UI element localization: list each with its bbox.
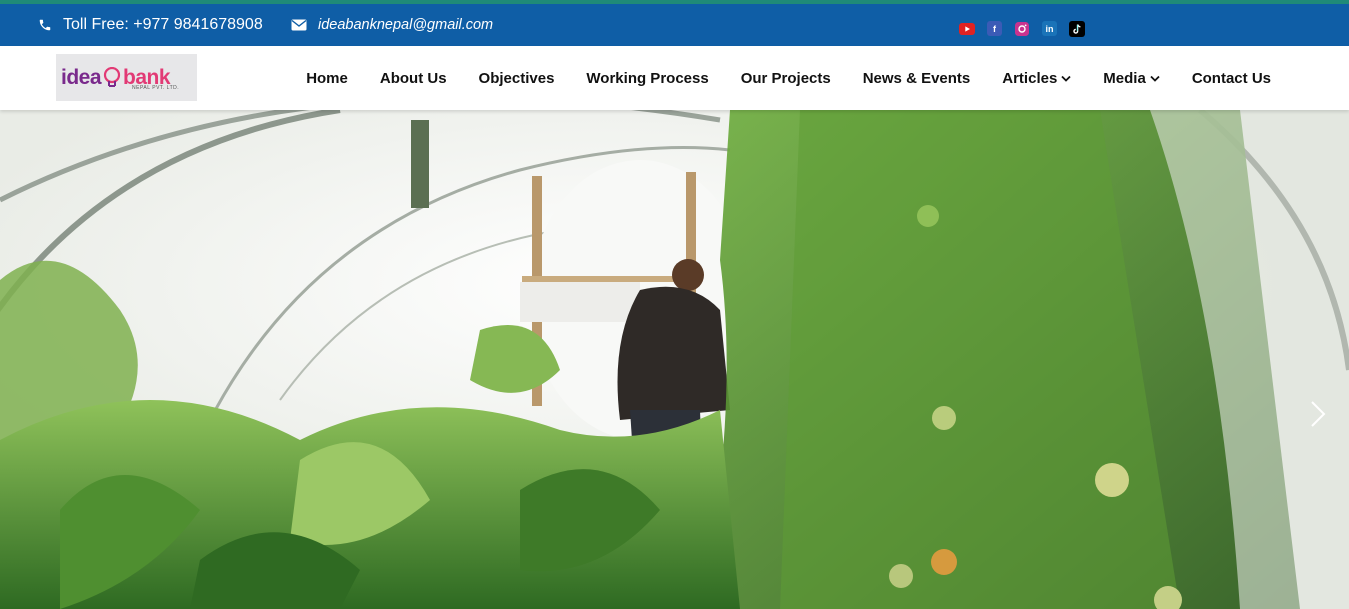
top-bar: Toll Free: +977 9841678908 ideabanknepal… (0, 4, 1349, 46)
nav-label: Media (1103, 69, 1146, 87)
nav-articles[interactable]: Articles (1002, 70, 1071, 87)
social-links: f in (958, 21, 1086, 37)
chevron-right-icon (1311, 401, 1326, 427)
facebook-glyph: f (993, 23, 996, 34)
main-nav: Home About Us Objectives Working Process… (306, 46, 1271, 110)
tiktok-icon[interactable] (1068, 21, 1086, 37)
nav-label: Working Process (586, 69, 709, 87)
phone-text[interactable]: Toll Free: +977 9841678908 (63, 16, 263, 34)
lightbulb-icon (103, 66, 121, 87)
hero-slider (0, 110, 1349, 609)
greenhouse-photo (0, 110, 1349, 609)
nav-objectives[interactable]: Objectives (479, 70, 555, 87)
nav-contact-us[interactable]: Contact Us (1192, 70, 1271, 87)
nav-label: Our Projects (740, 69, 831, 87)
logo-word-idea: idea (61, 66, 102, 89)
site-header: idea bank NEPAL PVT. LTD. Home About Us … (0, 46, 1349, 110)
nav-media[interactable]: Media (1103, 70, 1160, 87)
nav-label: Objectives (478, 69, 555, 87)
nav-news-events[interactable]: News & Events (863, 70, 971, 87)
instagram-icon[interactable] (1013, 21, 1031, 37)
nav-about-us[interactable]: About Us (380, 70, 447, 87)
youtube-icon[interactable] (958, 21, 976, 37)
nav-label: Home (306, 69, 348, 87)
nav-home[interactable]: Home (306, 70, 348, 87)
logo-subtitle: NEPAL PVT. LTD. (132, 85, 180, 91)
email-contact: ideabanknepal@gmail.com (291, 4, 493, 46)
linkedin-icon[interactable]: in (1042, 21, 1057, 36)
email-link[interactable]: ideabanknepal@gmail.com (318, 17, 493, 33)
mail-icon (291, 19, 307, 31)
slider-next-button[interactable] (1307, 398, 1329, 430)
nav-our-projects[interactable]: Our Projects (741, 70, 831, 87)
chevron-down-icon (1150, 75, 1160, 82)
chevron-down-icon (1061, 75, 1071, 82)
linkedin-glyph: in (1045, 23, 1054, 34)
nav-label: News & Events (862, 69, 971, 87)
nav-label: About Us (379, 69, 447, 87)
logo[interactable]: idea bank NEPAL PVT. LTD. (56, 54, 197, 101)
phone-icon (38, 18, 52, 32)
nav-working-process[interactable]: Working Process (586, 70, 708, 87)
toll-free-contact: Toll Free: +977 9841678908 (38, 4, 263, 46)
nav-label: Articles (1002, 69, 1058, 87)
facebook-icon[interactable]: f (987, 21, 1002, 36)
nav-label: Contact Us (1191, 69, 1271, 87)
